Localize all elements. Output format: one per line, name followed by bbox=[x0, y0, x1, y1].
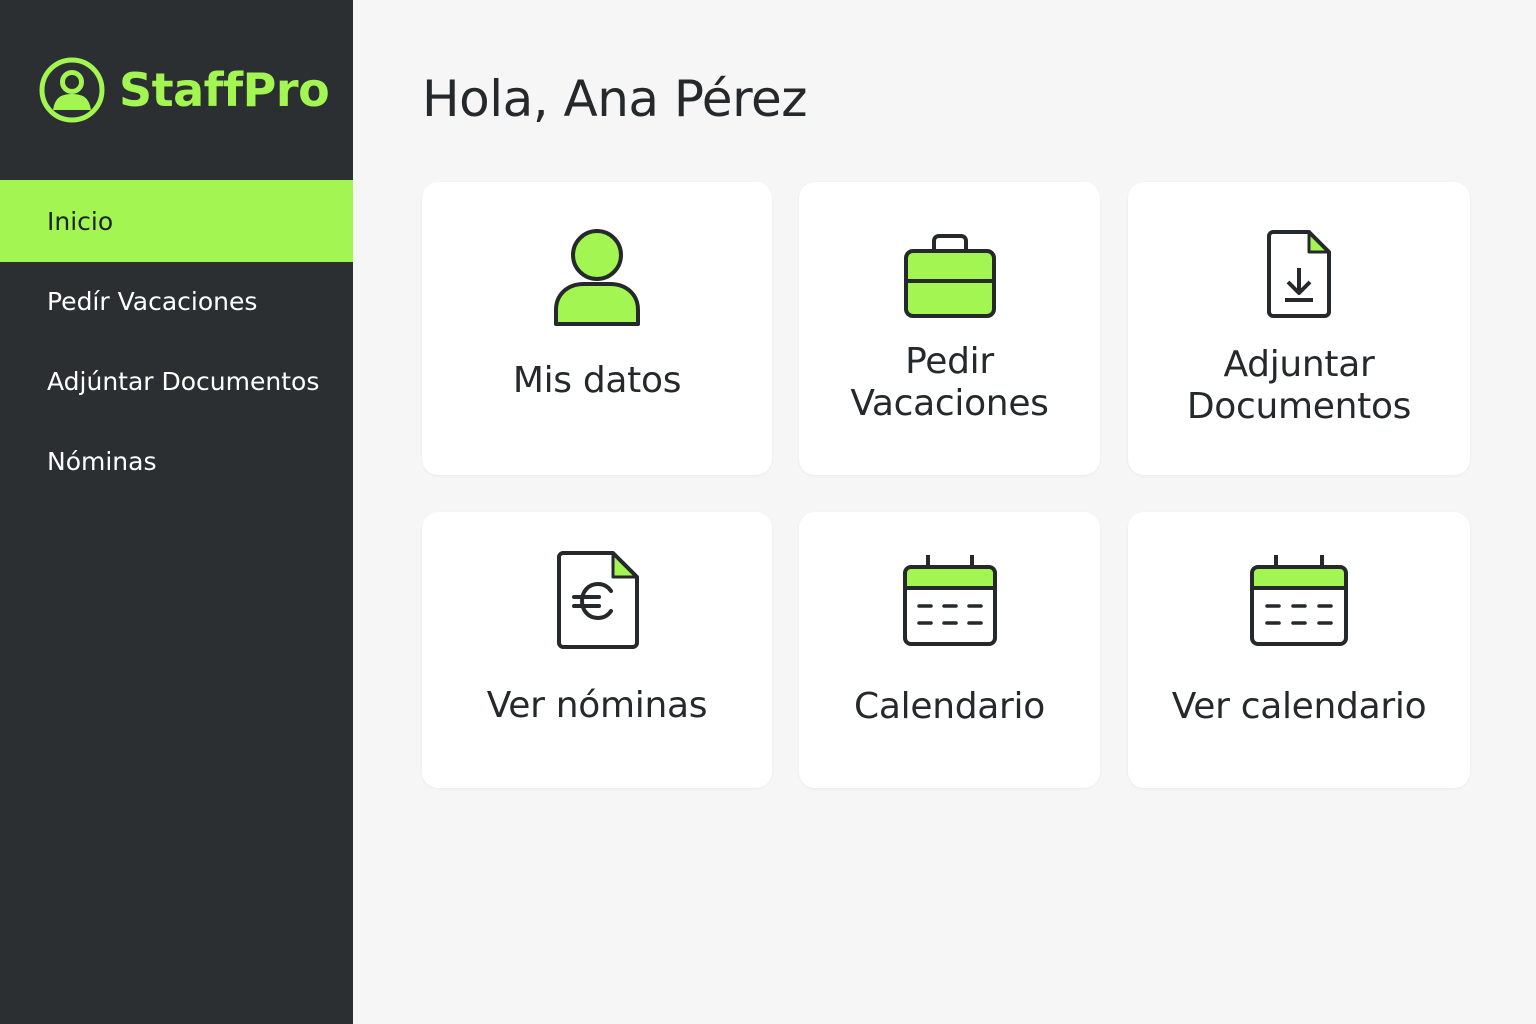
card-mis-datos[interactable]: Mis datos bbox=[422, 182, 772, 475]
user-circle-icon bbox=[39, 57, 105, 123]
card-label: Adjuntar Documentos bbox=[1186, 344, 1412, 427]
sidebar-nav: Inicio Pedír Vacaciones Adjúntar Documen… bbox=[0, 180, 353, 502]
brand[interactable]: StaffPro bbox=[0, 0, 353, 180]
sidebar-item-label: Pedír Vacaciones bbox=[47, 286, 258, 316]
sidebar-item-pedir-vacaciones[interactable]: Pedír Vacaciones bbox=[0, 260, 353, 342]
document-download-icon bbox=[1267, 230, 1331, 318]
card-label: Ver nóminas bbox=[486, 685, 708, 726]
brand-name: StaffPro bbox=[119, 63, 330, 117]
card-pedir-vacaciones[interactable]: Pedir Vacaciones bbox=[799, 182, 1100, 475]
calendar-icon bbox=[902, 555, 997, 646]
card-label: Calendario bbox=[854, 686, 1045, 727]
briefcase-icon bbox=[903, 234, 996, 318]
sidebar: StaffPro Inicio Pedír Vacaciones Adjúnta… bbox=[0, 0, 353, 1024]
calendar-icon bbox=[1250, 555, 1348, 646]
app-window: StaffPro Inicio Pedír Vacaciones Adjúnta… bbox=[0, 0, 1536, 1024]
sidebar-item-nominas[interactable]: Nóminas bbox=[0, 420, 353, 502]
main-content: Hola, Ana Pérez Mis datos Pedir Vacacion… bbox=[353, 0, 1536, 1024]
card-calendario[interactable]: Calendario bbox=[799, 512, 1100, 788]
card-ver-calendario[interactable]: Ver calendario bbox=[1128, 512, 1470, 788]
page-title: Hola, Ana Pérez bbox=[422, 70, 808, 128]
euro-document-icon bbox=[557, 551, 639, 649]
card-label: Ver calendario bbox=[1171, 686, 1427, 727]
sidebar-item-label: Adjúntar Documentos bbox=[47, 366, 320, 396]
card-label: Pedir Vacaciones bbox=[850, 341, 1049, 424]
sidebar-item-adjuntar-documentos[interactable]: Adjúntar Documentos bbox=[0, 340, 353, 422]
card-ver-nominas[interactable]: Ver nóminas bbox=[422, 512, 772, 788]
card-adjuntar-documentos[interactable]: Adjuntar Documentos bbox=[1128, 182, 1470, 475]
sidebar-item-label: Nóminas bbox=[47, 446, 157, 476]
sidebar-item-inicio[interactable]: Inicio bbox=[0, 180, 353, 262]
sidebar-item-label: Inicio bbox=[47, 206, 114, 236]
card-label: Mis datos bbox=[512, 360, 682, 401]
user-icon bbox=[554, 229, 640, 326]
